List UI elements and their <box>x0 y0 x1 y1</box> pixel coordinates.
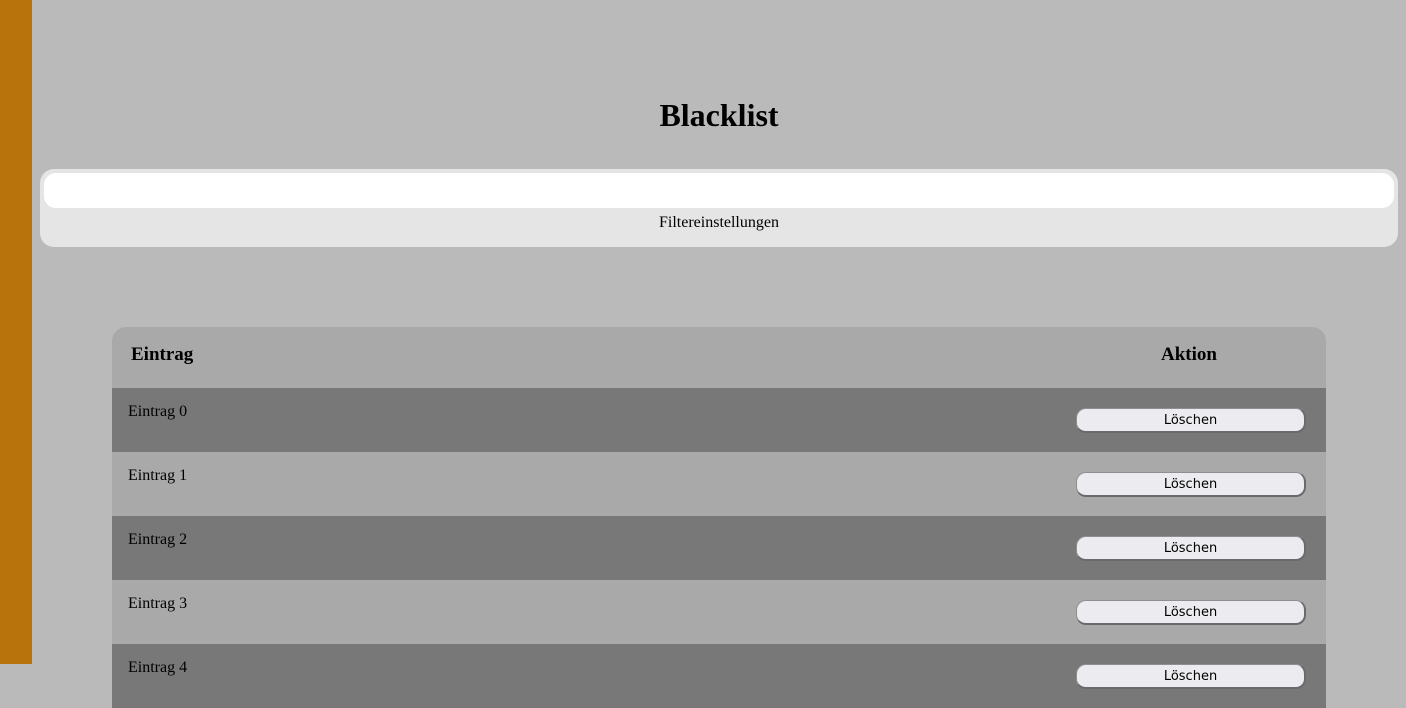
column-header-action: Aktion <box>1161 344 1217 365</box>
page-title: Blacklist <box>659 97 779 133</box>
table-row: Eintrag 0 Löschen <box>112 388 1326 452</box>
table-row: Eintrag 2 Löschen <box>112 516 1326 580</box>
table-header: Eintrag Aktion <box>112 327 1326 388</box>
blacklist-table: Eintrag Aktion Eintrag 0 Löschen Eintrag… <box>112 327 1326 708</box>
delete-button[interactable]: Löschen <box>1076 536 1306 561</box>
delete-button[interactable]: Löschen <box>1076 664 1306 689</box>
filter-input[interactable] <box>44 173 1394 208</box>
table-row: Eintrag 1 Löschen <box>112 452 1326 516</box>
delete-button[interactable]: Löschen <box>1076 408 1306 433</box>
entry-label: Eintrag 4 <box>128 659 188 676</box>
table-row: Eintrag 3 Löschen <box>112 580 1326 644</box>
filter-settings-toggle[interactable]: Filtereinstellungen <box>40 213 1398 233</box>
delete-button[interactable]: Löschen <box>1076 600 1306 625</box>
column-header-entry: Eintrag <box>131 344 194 365</box>
delete-button[interactable]: Löschen <box>1076 472 1306 497</box>
entry-label: Eintrag 0 <box>128 403 188 420</box>
entry-label: Eintrag 3 <box>128 595 188 612</box>
entry-label: Eintrag 1 <box>128 467 188 484</box>
entry-label: Eintrag 2 <box>128 531 188 548</box>
table-row: Eintrag 4 Löschen <box>112 644 1326 708</box>
sidebar-strip <box>0 0 32 664</box>
filter-panel: Filtereinstellungen <box>40 169 1398 247</box>
